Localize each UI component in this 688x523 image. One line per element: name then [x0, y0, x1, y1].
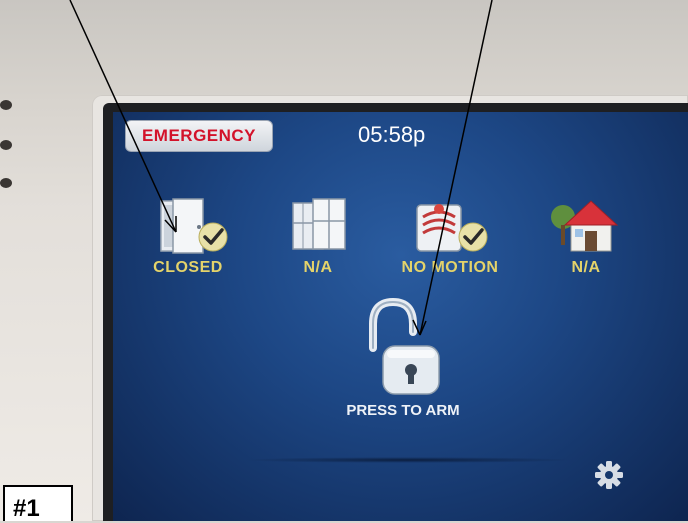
touchscreen: EMERGENCY 05:58p CLOSED N/A NO MOTION N/… — [113, 112, 688, 521]
unlocked-padlock-icon — [369, 298, 440, 395]
status-doors[interactable]: CLOSED — [133, 197, 243, 277]
status-label-doors: CLOSED — [153, 259, 223, 276]
status-windows[interactable]: N/A — [263, 197, 373, 277]
clock-display: 05:58p — [358, 122, 426, 147]
status-motion[interactable]: NO MOTION — [395, 197, 505, 277]
status-label-motion: NO MOTION — [401, 259, 499, 276]
status-label-windows: N/A — [303, 259, 333, 276]
door-closed-icon — [160, 198, 228, 254]
photo-tag: #1 — [3, 485, 73, 522]
window-icon — [292, 198, 346, 250]
gear-icon[interactable] — [594, 460, 624, 490]
divider-line — [243, 457, 573, 463]
house-icon — [551, 200, 619, 252]
arm-label: PRESS TO ARM — [346, 402, 460, 419]
motion-sensor-icon — [416, 204, 488, 252]
status-label-house: N/A — [571, 259, 601, 276]
status-house[interactable]: N/A — [531, 197, 641, 277]
bezel-dots — [0, 100, 12, 188]
emergency-button[interactable]: EMERGENCY — [125, 120, 273, 152]
press-to-arm-button[interactable]: PRESS TO ARM — [335, 298, 471, 428]
